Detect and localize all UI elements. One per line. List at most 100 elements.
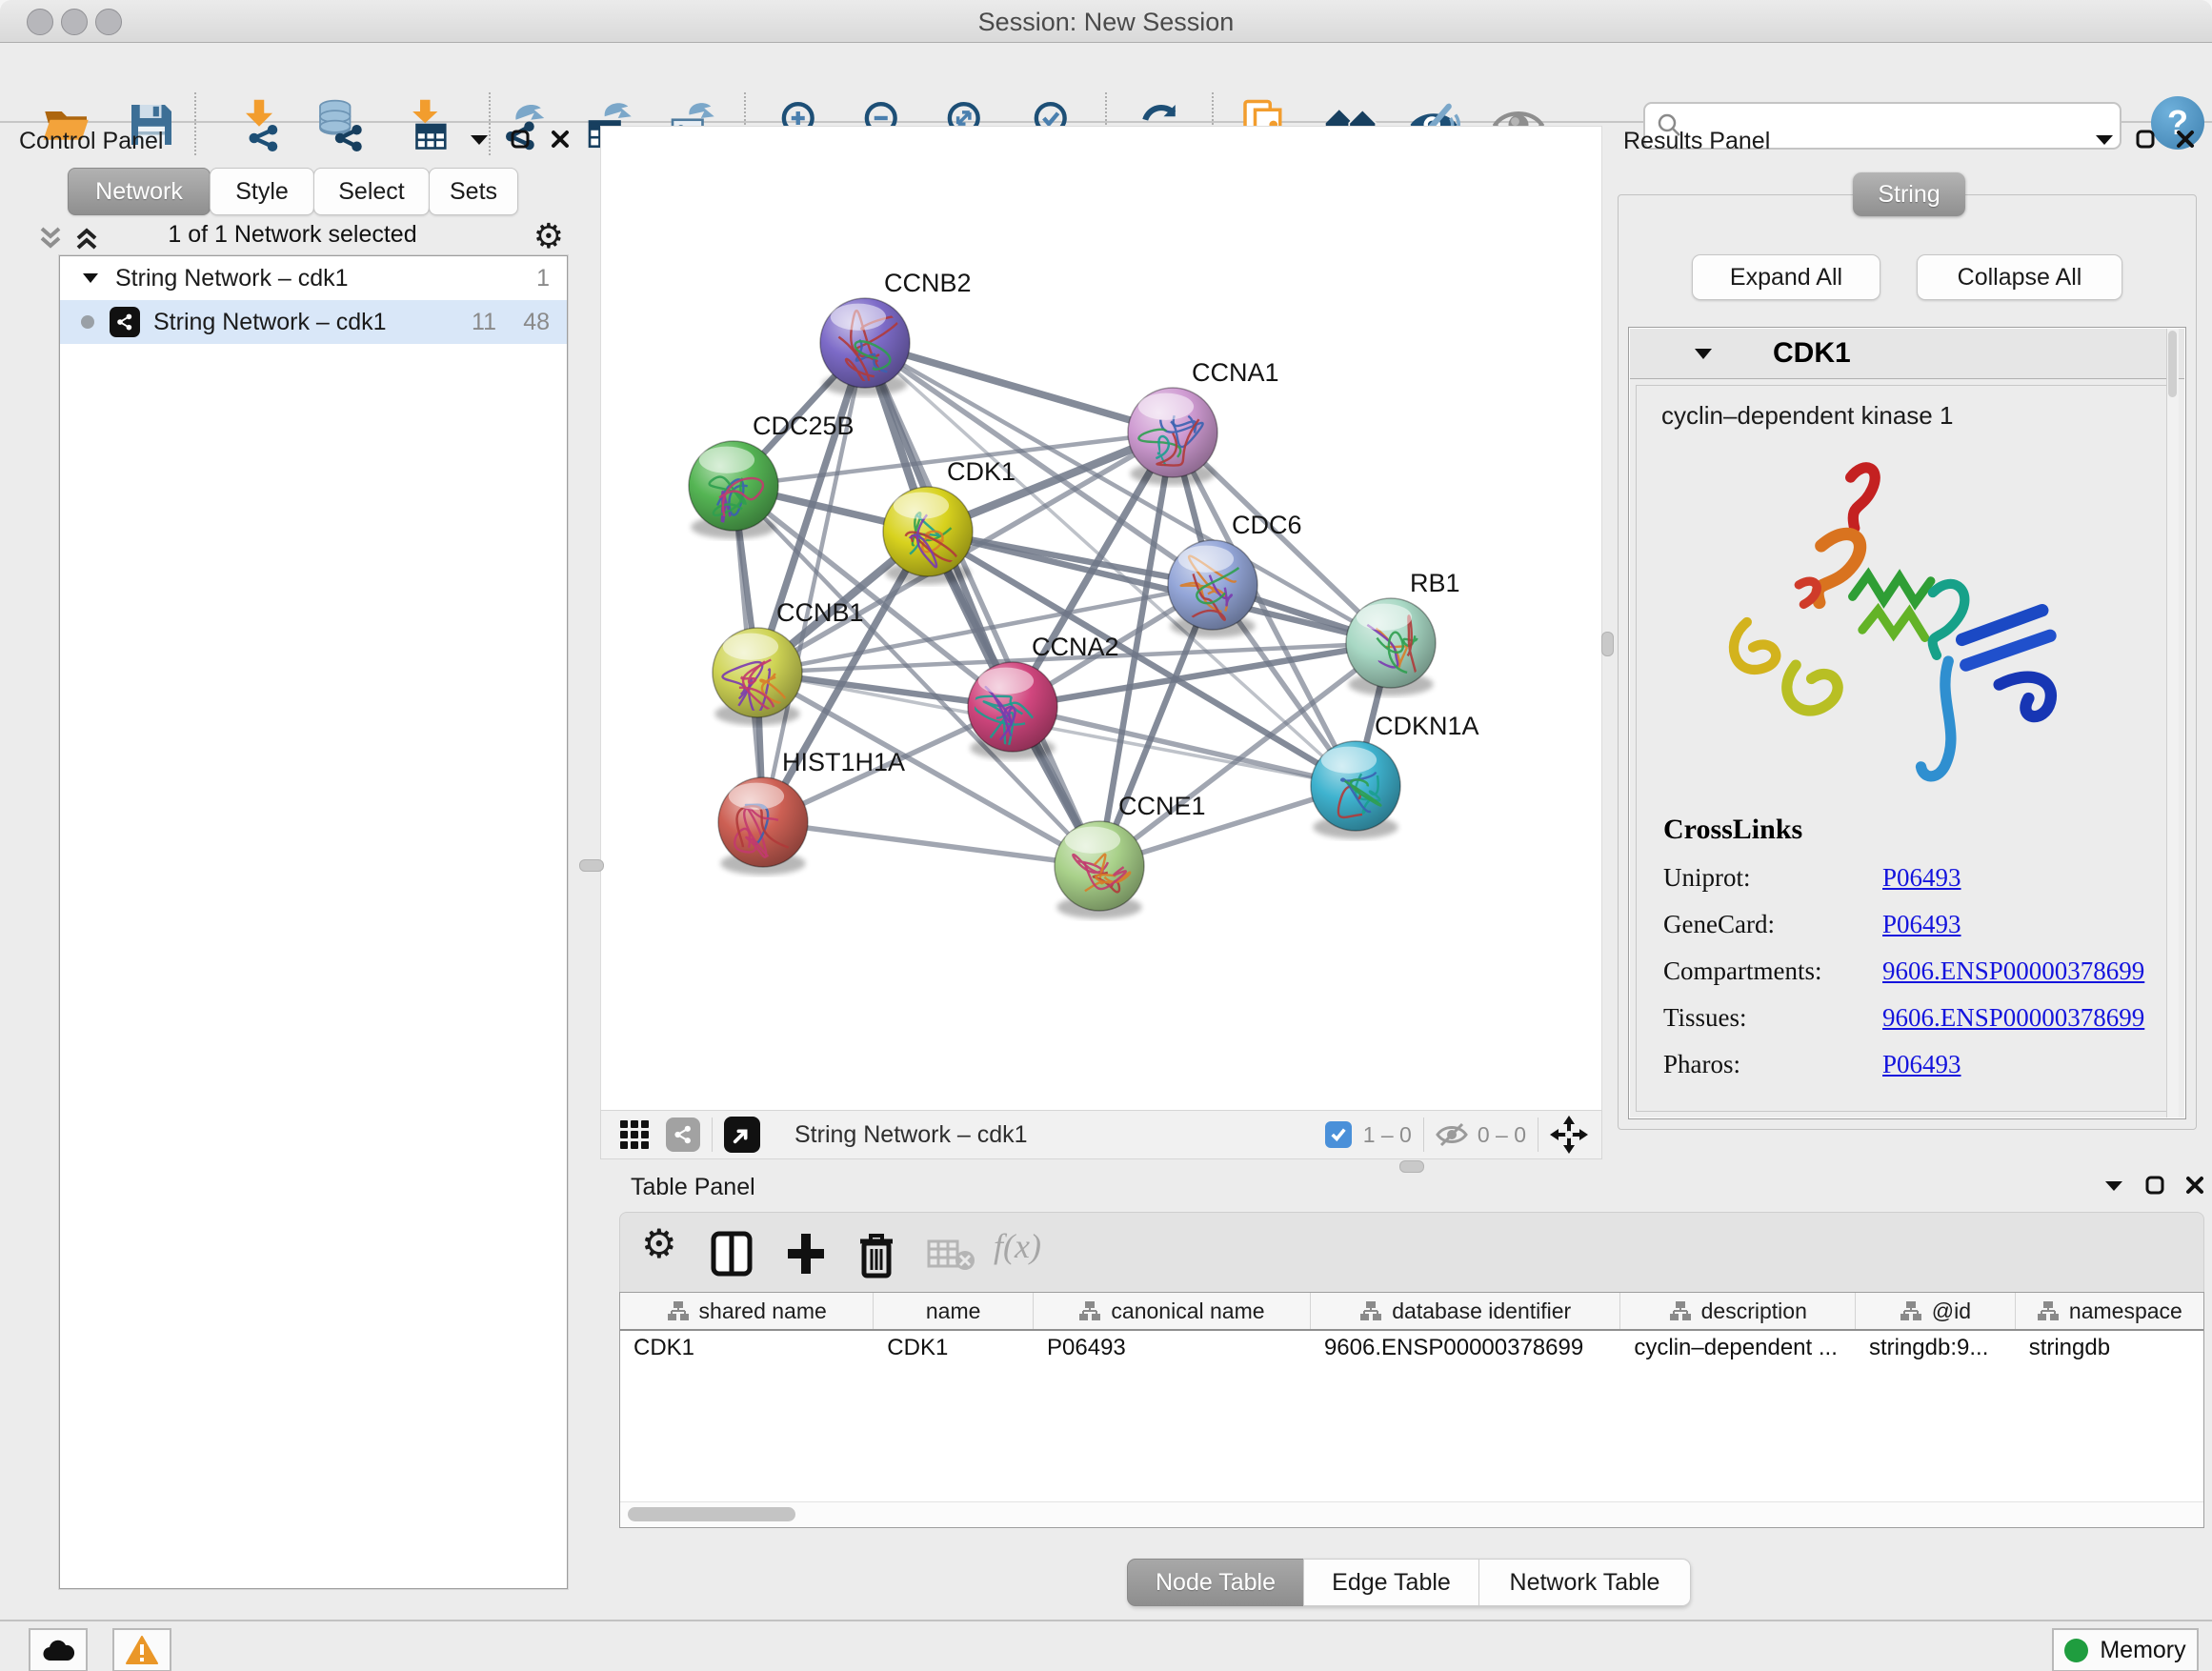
- warning-icon: [126, 1636, 158, 1664]
- grid-view-icon[interactable]: [618, 1118, 651, 1151]
- crosslink-tissues-link[interactable]: 9606.ENSP00000378699: [1882, 1003, 2144, 1033]
- network-node-ccna1[interactable]: CCNA1: [1128, 358, 1279, 485]
- float-panel-icon[interactable]: [2094, 132, 2115, 146]
- collection-count: 1: [536, 265, 550, 292]
- network-node-hist1h1a[interactable]: HIST1H1A: [718, 748, 905, 875]
- table-panel: Table Panel ⚙ f(x) shared name name cano…: [619, 1170, 2204, 1614]
- tab-edge-table[interactable]: Edge Table: [1303, 1559, 1479, 1606]
- tab-style[interactable]: Style: [210, 168, 314, 215]
- table-options-gear-icon[interactable]: ⚙: [641, 1220, 677, 1267]
- results-scrollbar[interactable]: [2166, 329, 2179, 1117]
- maximize-panel-icon[interactable]: [511, 130, 530, 149]
- network-node-cdk1[interactable]: CDK1: [883, 457, 1016, 584]
- network-collection-row[interactable]: String Network – cdk1 1: [60, 256, 567, 300]
- fit-selection-crosshair-icon[interactable]: [1550, 1116, 1588, 1154]
- warnings-button[interactable]: [112, 1628, 171, 1671]
- control-panel-title: Control Panel: [19, 128, 163, 155]
- main-toolbar: ?: [0, 43, 2212, 123]
- table-tabs: Node Table Edge Table Network Table: [1128, 1559, 1691, 1606]
- hidden-counts: 0 – 0: [1478, 1122, 1526, 1148]
- control-panel: Control Panel Network Style Select Sets …: [10, 126, 575, 1595]
- maximize-panel-icon[interactable]: [2136, 130, 2155, 149]
- column-header[interactable]: @id: [1856, 1293, 2016, 1329]
- network-edge-count: 48: [523, 309, 550, 336]
- network-node-cdkn1a[interactable]: CDKN1A: [1311, 712, 1479, 838]
- gene-detail-box: cyclin–dependent kinase 1: [1636, 385, 2167, 1112]
- node-label: CDC25B: [753, 412, 855, 440]
- delete-column-icon[interactable]: [856, 1230, 896, 1279]
- column-header[interactable]: shared name: [620, 1293, 874, 1329]
- string-network-icon: [110, 307, 140, 337]
- table-panel-title: Table Panel: [631, 1174, 755, 1201]
- crosslink-genecard-link[interactable]: P06493: [1882, 910, 1961, 939]
- float-panel-icon[interactable]: [2103, 1178, 2124, 1192]
- node-label: CCNE1: [1118, 792, 1206, 820]
- detach-view-icon[interactable]: [724, 1117, 760, 1153]
- control-panel-tabs: Network Style Select Sets: [69, 168, 518, 213]
- add-column-icon[interactable]: [784, 1230, 828, 1278]
- network-options-gear-icon[interactable]: ⚙: [533, 217, 564, 256]
- selected-nodes-checkbox[interactable]: [1325, 1121, 1352, 1148]
- show-columns-icon[interactable]: [710, 1230, 754, 1278]
- tab-string[interactable]: String: [1853, 172, 1965, 216]
- gene-header-row[interactable]: CDK1: [1630, 329, 2184, 379]
- tab-network[interactable]: Network: [68, 168, 211, 215]
- column-header[interactable]: namespace: [2016, 1293, 2203, 1329]
- crosslink-label: GeneCard:: [1663, 910, 1882, 939]
- network-view-toolbar: String Network – cdk1 1 – 0 0 – 0: [600, 1110, 1602, 1159]
- string-network-graph[interactable]: CCNB2 CCNA1 CDC25B CDK1 CDC6 RB1 CCNB1 CCNA2 CDK…: [601, 127, 1601, 1110]
- column-header[interactable]: database identifier: [1311, 1293, 1621, 1329]
- node-label: HIST1H1A: [782, 748, 905, 776]
- selected-counts: 1 – 0: [1363, 1122, 1412, 1148]
- node-table: shared name name canonical name database…: [619, 1292, 2204, 1528]
- node-label: CCNA1: [1192, 358, 1279, 387]
- tab-node-table[interactable]: Node Table: [1127, 1559, 1304, 1606]
- close-panel-icon[interactable]: [2176, 130, 2195, 149]
- crosslink-compartments-link[interactable]: 9606.ENSP00000378699: [1882, 956, 2144, 986]
- column-header[interactable]: description: [1620, 1293, 1856, 1329]
- crosslink-label: Tissues:: [1663, 1003, 1882, 1033]
- crosslink-label: Uniprot:: [1663, 863, 1882, 893]
- column-header[interactable]: canonical name: [1034, 1293, 1311, 1329]
- table-toolbar: ⚙ f(x): [619, 1212, 2204, 1294]
- tab-sets[interactable]: Sets: [429, 168, 518, 215]
- collection-expand-icon[interactable]: [81, 271, 100, 286]
- table-row[interactable]: CDK1 CDK1 P06493 9606.ENSP00000378699 cy…: [620, 1331, 2203, 1365]
- network-node-count: 11: [472, 309, 496, 336]
- collapse-all-tree-icon[interactable]: [36, 225, 65, 252]
- memory-status-dot: [2064, 1639, 2088, 1662]
- crosslink-uniprot-link[interactable]: P06493: [1882, 863, 1961, 893]
- tab-network-table[interactable]: Network Table: [1478, 1559, 1691, 1606]
- network-row-selected[interactable]: String Network – cdk1 11 48: [60, 300, 567, 344]
- node-label: CCNB1: [776, 598, 864, 627]
- collapse-all-button[interactable]: Collapse All: [1917, 254, 2122, 300]
- maximize-panel-icon[interactable]: [2145, 1176, 2164, 1195]
- network-node-ccnb2[interactable]: CCNB2: [820, 269, 972, 395]
- tab-select[interactable]: Select: [313, 168, 430, 215]
- expand-all-tree-icon[interactable]: [72, 225, 101, 252]
- column-header[interactable]: name: [874, 1293, 1034, 1329]
- string-results-container: Expand All Collapse All CDK1 cyclin–depe…: [1618, 194, 2197, 1130]
- node-label: CCNA2: [1032, 633, 1119, 661]
- close-panel-icon[interactable]: [551, 130, 570, 149]
- table-horizontal-scrollbar[interactable]: [620, 1501, 2203, 1527]
- memory-button[interactable]: Memory: [2052, 1628, 2199, 1671]
- network-selection-status: 1 of 1 Network selected: [124, 221, 461, 249]
- network-node-rb1[interactable]: RB1: [1346, 569, 1460, 695]
- left-splitter-handle[interactable]: [579, 859, 604, 872]
- protein-structure-image: [1701, 438, 2101, 810]
- close-panel-icon[interactable]: [2185, 1176, 2204, 1195]
- crosslinks-title: CrossLinks: [1663, 814, 2166, 846]
- network-node-ccnb1[interactable]: CCNB1: [713, 598, 864, 725]
- float-panel-icon[interactable]: [469, 132, 490, 146]
- node-label: CDC6: [1232, 511, 1302, 539]
- string-view-icon[interactable]: [666, 1117, 700, 1152]
- expand-all-button[interactable]: Expand All: [1692, 254, 1880, 300]
- crosslink-pharos-link[interactable]: P06493: [1882, 1050, 1961, 1079]
- application-window: Session: New Session: [0, 0, 2212, 1671]
- network-canvas[interactable]: CCNB2 CCNA1 CDC25B CDK1 CDC6 RB1 CCNB1 CCNA2 CDK…: [600, 126, 1602, 1111]
- cloud-status-button[interactable]: [29, 1628, 88, 1671]
- gene-collapse-icon[interactable]: [1693, 346, 1714, 361]
- hidden-items-eye-icon: [1436, 1122, 1468, 1147]
- gene-name: CDK1: [1773, 337, 1851, 370]
